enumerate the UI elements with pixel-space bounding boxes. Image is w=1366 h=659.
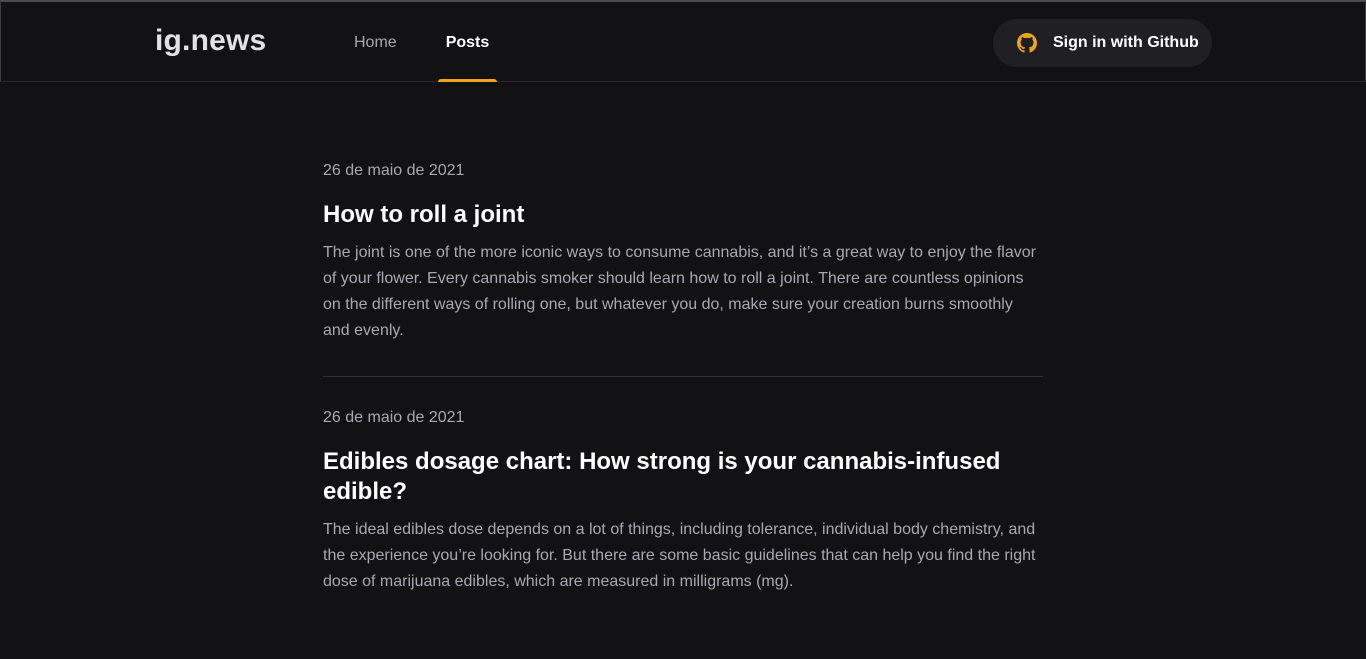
post-excerpt: The joint is one of the more iconic ways…: [323, 244, 1036, 339]
github-icon: [1017, 33, 1037, 53]
post-item[interactable]: 26 de maio de 2021 Edibles dosage chart:…: [323, 407, 1043, 595]
nav-posts-link[interactable]: Posts: [437, 2, 497, 82]
post-divider: [323, 376, 1043, 377]
site-logo[interactable]: ig.news: [155, 24, 266, 58]
nav-home-link[interactable]: Home: [354, 2, 397, 82]
posts-list: 26 de maio de 2021 How to roll a joint T…: [323, 160, 1043, 595]
post-date: 26 de maio de 2021: [323, 162, 465, 179]
post-title: How to roll a joint: [323, 201, 525, 228]
post-date: 26 de maio de 2021: [323, 409, 465, 426]
post-excerpt: The ideal edibles dose depends on a lot …: [323, 521, 1036, 590]
post-item[interactable]: 26 de maio de 2021 How to roll a joint T…: [323, 160, 1043, 344]
post-title: Edibles dosage chart: How strong is your…: [323, 448, 1001, 505]
site-header: ig.news Home Posts Sign in with Github: [0, 0, 1366, 82]
signin-label: Sign in with Github: [1053, 34, 1199, 51]
main-nav: Home Posts: [354, 2, 497, 82]
signin-github-button[interactable]: Sign in with Github: [993, 19, 1212, 67]
